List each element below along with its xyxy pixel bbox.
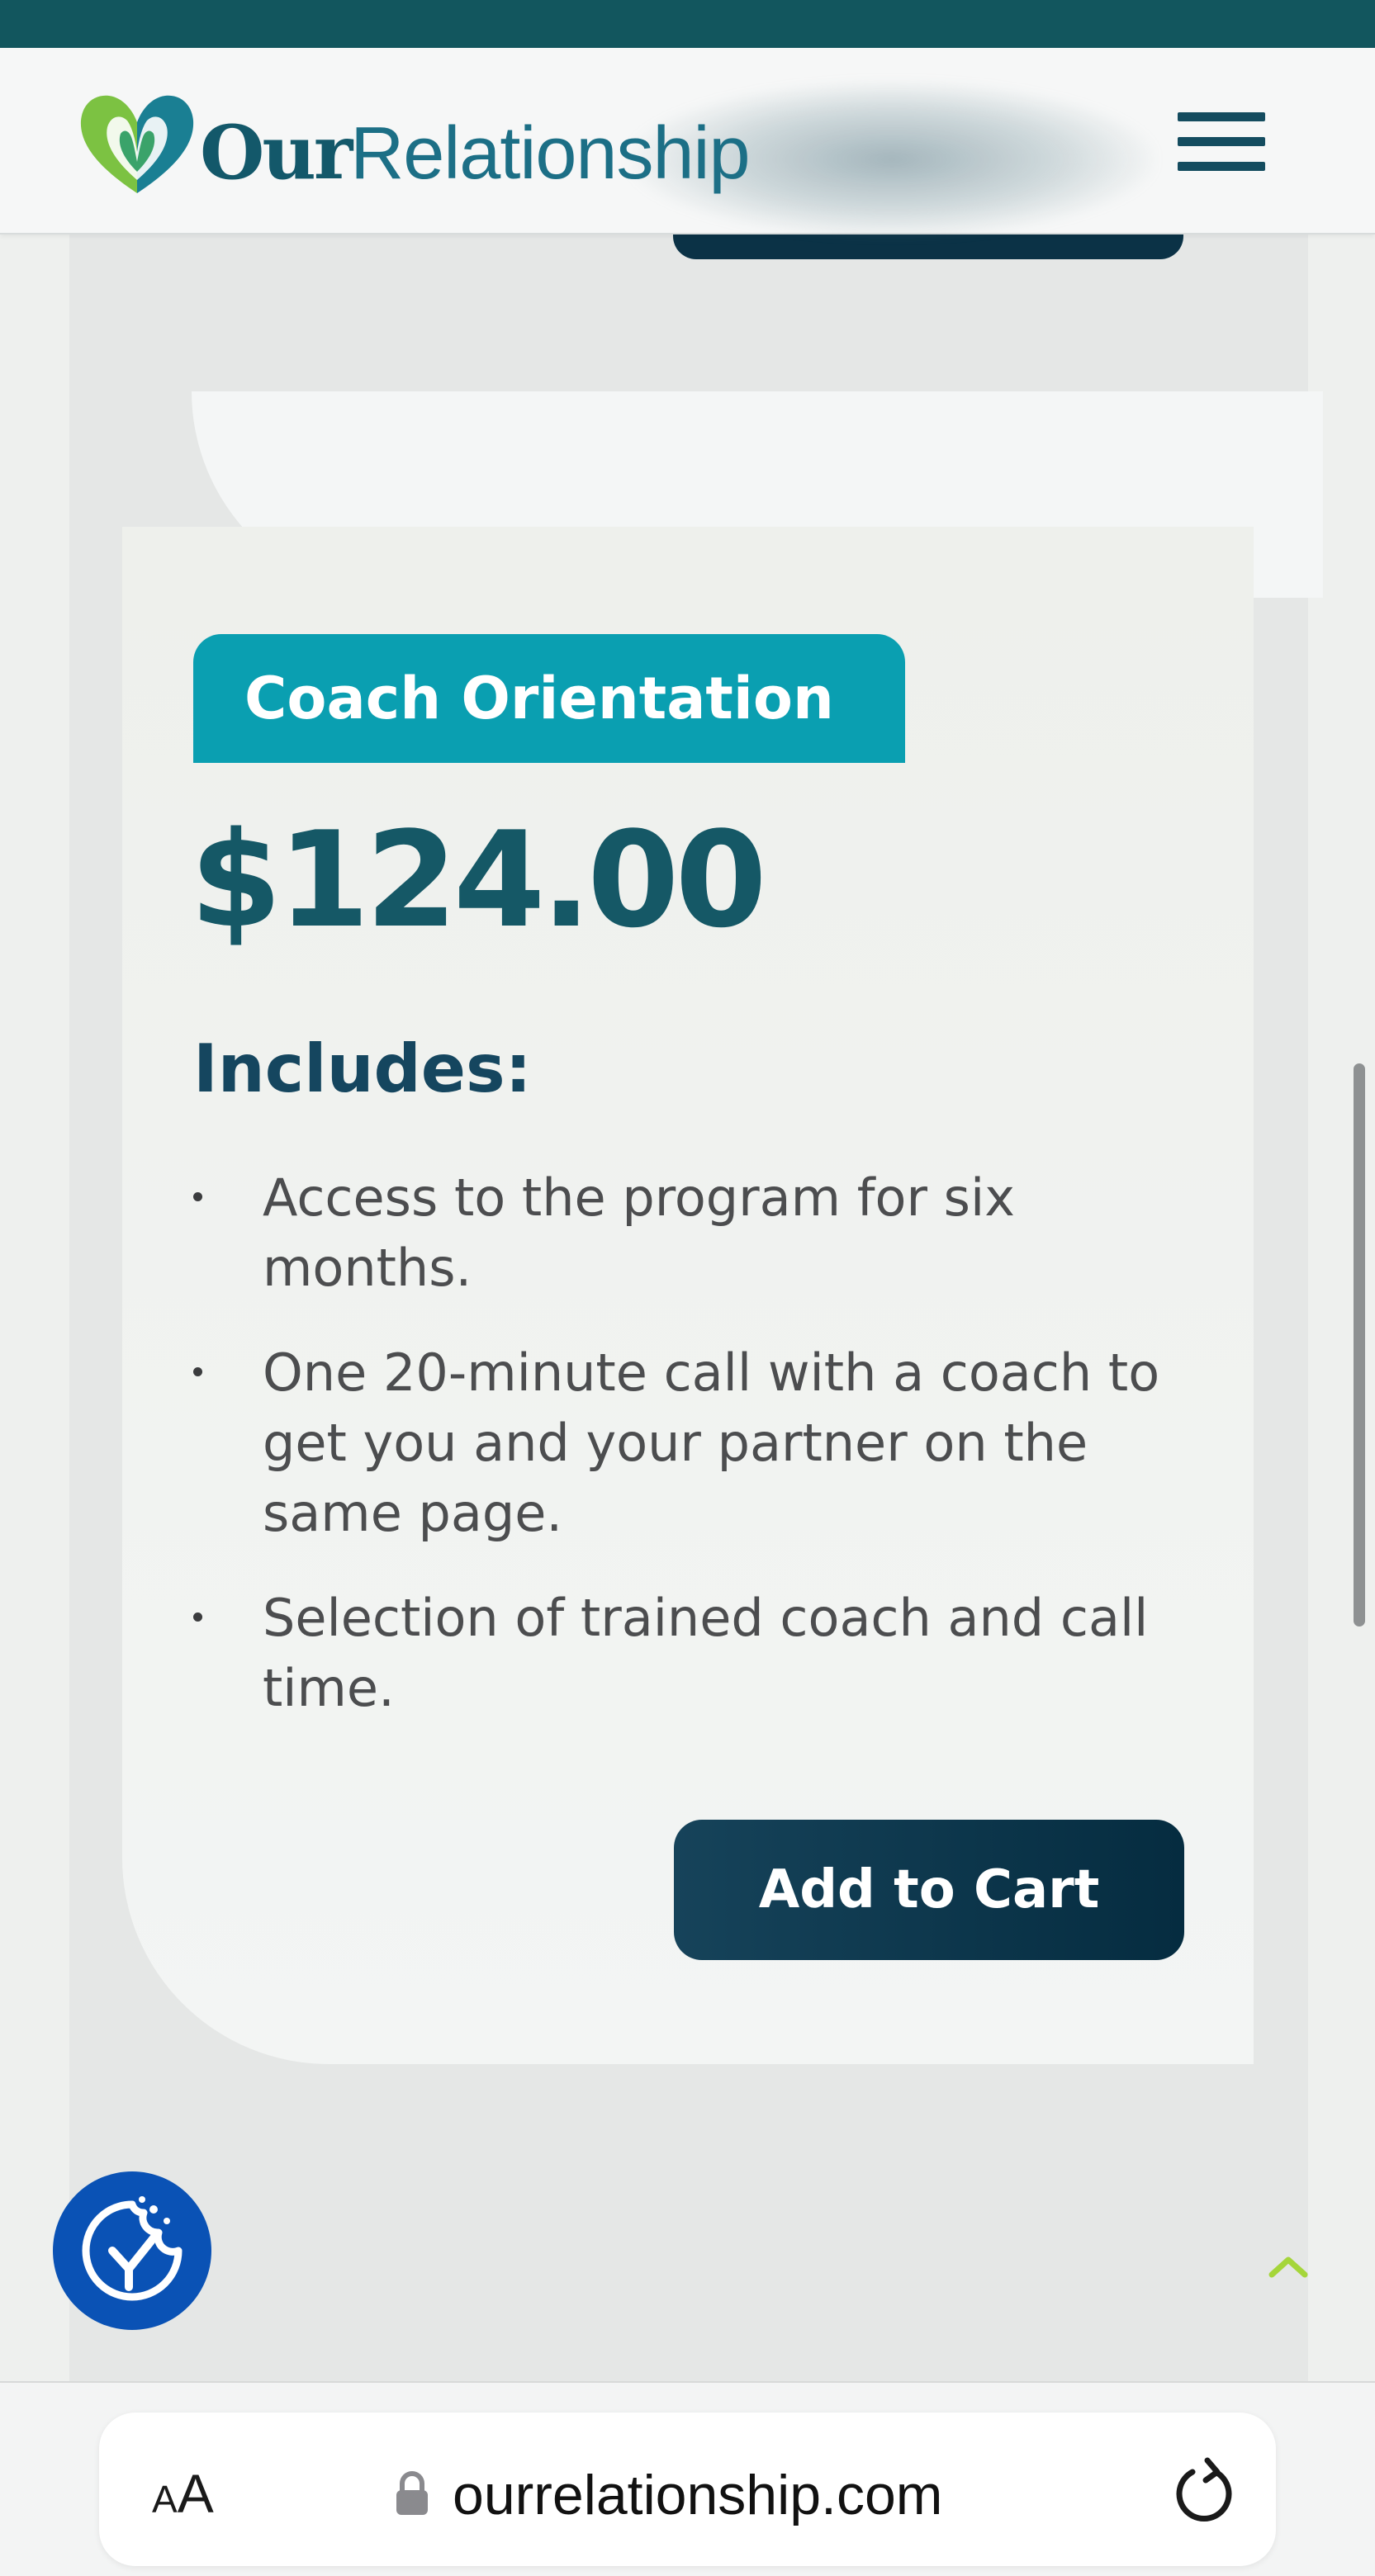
text-size-small-label: A	[152, 2478, 178, 2521]
reload-icon[interactable]	[1164, 2454, 1244, 2533]
feature-item: One 20-minute call with a coach to get y…	[193, 1338, 1204, 1548]
add-to-cart-button[interactable]: Add to Cart	[674, 1820, 1184, 1960]
hamburger-menu-icon[interactable]	[1171, 109, 1268, 175]
top-status-strip	[0, 0, 1375, 48]
menu-line	[1178, 112, 1265, 121]
feature-list: Access to the program for six months. On…	[193, 1163, 1204, 1758]
text-size-large-label: A	[177, 2463, 214, 2524]
menu-line	[1178, 137, 1265, 146]
logo-text: OurRelationship	[200, 109, 751, 197]
plan-name-tag: Coach Orientation	[193, 634, 905, 763]
plan-price: $124.00	[190, 803, 767, 957]
lock-icon	[396, 2471, 428, 2515]
chevron-up-icon[interactable]	[1264, 2250, 1313, 2283]
accessibility-cookie-check-icon	[82, 2196, 183, 2301]
url-text: ourrelationship.com	[453, 2464, 943, 2526]
page-scrollbar[interactable]	[1354, 1063, 1365, 1627]
browser-toolbar: AA ourrelationship.com	[0, 2381, 1375, 2576]
logo-text-relationship: Relationship	[350, 112, 750, 195]
heart-logo-icon	[80, 95, 194, 193]
site-header: OurRelationship	[0, 48, 1375, 238]
address-bar[interactable]: AA ourrelationship.com	[99, 2413, 1276, 2566]
feature-item: Access to the program for six months.	[193, 1163, 1204, 1303]
pricing-card: Coach Orientation $124.00 Includes: Acce…	[122, 527, 1254, 2064]
text-size-button[interactable]: AA	[152, 2460, 214, 2526]
menu-line	[1178, 162, 1265, 171]
feature-item: Selection of trained coach and call time…	[193, 1583, 1204, 1723]
accessibility-button[interactable]	[53, 2171, 211, 2330]
includes-heading: Includes:	[193, 1030, 532, 1107]
logo-text-our: Our	[200, 109, 353, 197]
site-logo[interactable]: OurRelationship	[76, 91, 786, 198]
